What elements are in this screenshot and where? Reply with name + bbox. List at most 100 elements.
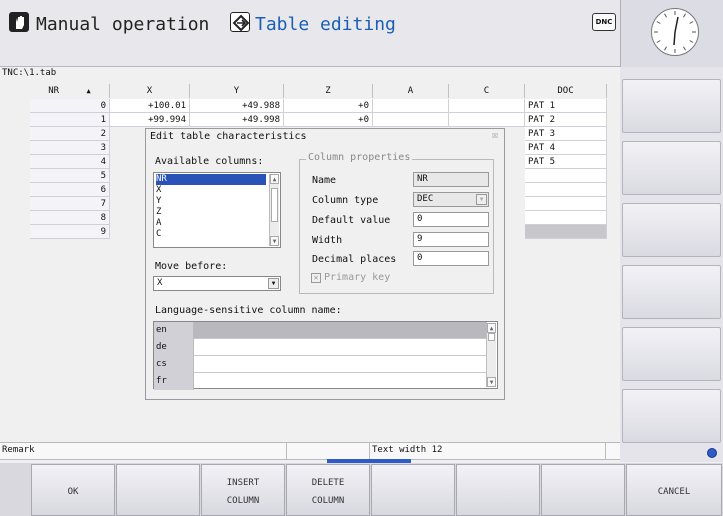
primary-key-checkbox[interactable]: ✕ [311,273,321,283]
cell-nr[interactable]: 2 [30,127,110,141]
language-name-table[interactable]: en de cs fr ▲ ▼ [153,321,498,390]
list-item[interactable]: NR [156,174,266,185]
width-field[interactable]: 9 [413,232,489,247]
softkey-empty-5[interactable] [371,464,455,516]
decimal-places-field[interactable]: 0 [413,251,489,266]
name-field[interactable]: NR [413,172,489,187]
cell-doc[interactable] [525,211,607,225]
available-columns-list[interactable]: NR X Y Z A C ▲ ▼ [153,172,281,248]
insert-column-button[interactable]: INSERT COLUMN [201,464,285,516]
column-header-nr[interactable]: NR ▲ [30,84,110,98]
cell-y[interactable]: +49.988 [190,99,284,113]
list-item[interactable]: A [156,218,161,229]
chevron-down-icon[interactable]: ▼ [268,278,279,289]
scroll-up-icon[interactable]: ▲ [487,323,496,333]
cell-x[interactable]: +100.01 [110,99,190,113]
move-before-select[interactable]: X ▼ [153,276,281,291]
column-properties-legend: Column properties [306,152,413,163]
list-item[interactable]: Y [156,196,161,207]
file-path: TNC:\1.tab [2,68,57,78]
close-icon[interactable]: ☒ [492,130,498,141]
softkey-bar: OK INSERT COLUMN DELETE COLUMN CANCEL [0,463,723,516]
list-item[interactable]: C [156,229,161,240]
vertical-softkey-1[interactable] [622,79,721,133]
column-header-c[interactable]: C [449,84,525,98]
dnc-icon[interactable]: DNC [592,13,616,31]
cell-nr[interactable]: 1 [30,113,110,127]
language-row[interactable]: fr [154,373,487,390]
scroll-down-icon[interactable]: ▼ [270,236,279,246]
cell-doc[interactable]: PAT 3 [525,127,607,141]
column-header-doc[interactable]: DOC [525,84,607,98]
softkey-empty-6[interactable] [456,464,540,516]
language-row[interactable]: cs [154,356,487,373]
list-item[interactable]: X [156,185,161,196]
cancel-button[interactable]: CANCEL [626,464,722,516]
cell-a[interactable] [373,113,449,127]
vertical-softkey-4[interactable] [622,265,721,319]
cell-y[interactable]: +49.998 [190,113,284,127]
language-row[interactable]: de [154,339,487,356]
mode-table-editing: Table editing [255,14,396,35]
header-bar: Manual operation Table editing DNC [0,0,620,67]
cell-a[interactable] [373,99,449,113]
delete-column-button[interactable]: DELETE COLUMN [286,464,370,516]
cell-z[interactable]: +0 [284,99,373,113]
list-item[interactable]: Z [156,207,161,218]
cell-nr[interactable]: 6 [30,183,110,197]
name-label: Name [312,175,337,186]
cell-c[interactable] [449,99,525,113]
divider [286,443,287,460]
scroll-down-icon[interactable]: ▼ [487,377,496,387]
chevron-down-icon[interactable]: ▼ [476,194,487,205]
column-header-z[interactable]: Z [284,84,373,98]
cell-x[interactable]: +99.994 [110,113,190,127]
column-header-a[interactable]: A [373,84,449,98]
column-header-x[interactable]: X [110,84,190,98]
cell-nr[interactable]: 9 [30,225,110,239]
cell-doc[interactable]: PAT 4 [525,141,607,155]
cell-nr[interactable]: 7 [30,197,110,211]
ok-button[interactable]: OK [31,464,115,516]
cell-doc[interactable] [525,225,607,239]
available-columns-label: Available columns: [155,156,264,167]
move-before-label: Move before: [155,261,228,272]
cell-doc[interactable] [525,183,607,197]
move-before-value: X [157,278,163,288]
vertical-softkey-bar [620,67,723,462]
vertical-softkey-2[interactable] [622,141,721,195]
column-type-select[interactable]: DEC ▼ [413,192,489,207]
cell-nr[interactable]: 8 [30,211,110,225]
info-icon[interactable] [707,448,717,458]
softkey-empty-2[interactable] [116,464,200,516]
decimal-places-label: Decimal places [312,254,397,265]
cell-nr[interactable]: 0 [30,99,110,113]
default-value-field[interactable]: 0 [413,212,489,227]
cell-z[interactable]: +0 [284,113,373,127]
cell-doc[interactable] [525,169,607,183]
mode-manual-operation: Manual operation [36,14,210,35]
cell-nr[interactable]: 5 [30,169,110,183]
language-column-name-label: Language-sensitive column name: [155,305,342,316]
cell-doc[interactable]: PAT 2 [525,113,607,127]
vertical-softkey-5[interactable] [622,327,721,381]
cell-nr[interactable]: 3 [30,141,110,155]
cell-doc[interactable]: PAT 1 [525,99,607,113]
softkey-empty-7[interactable] [541,464,625,516]
dialog-title: Edit table characteristics [150,131,307,142]
scroll-up-icon[interactable]: ▲ [270,174,279,184]
list-scrollbar[interactable]: ▲ ▼ [269,174,279,246]
language-code: en [154,322,194,339]
cell-c[interactable] [449,113,525,127]
language-row[interactable]: en [154,322,487,339]
vertical-softkey-6[interactable] [622,389,721,443]
cell-doc[interactable]: PAT 5 [525,155,607,169]
vertical-softkey-3[interactable] [622,203,721,257]
language-scrollbar[interactable]: ▲ ▼ [486,323,496,387]
scroll-thumb[interactable] [488,333,495,341]
scroll-thumb[interactable] [271,188,278,222]
divider [605,443,606,460]
cell-doc[interactable] [525,197,607,211]
column-header-y[interactable]: Y [190,84,284,98]
cell-nr[interactable]: 4 [30,155,110,169]
